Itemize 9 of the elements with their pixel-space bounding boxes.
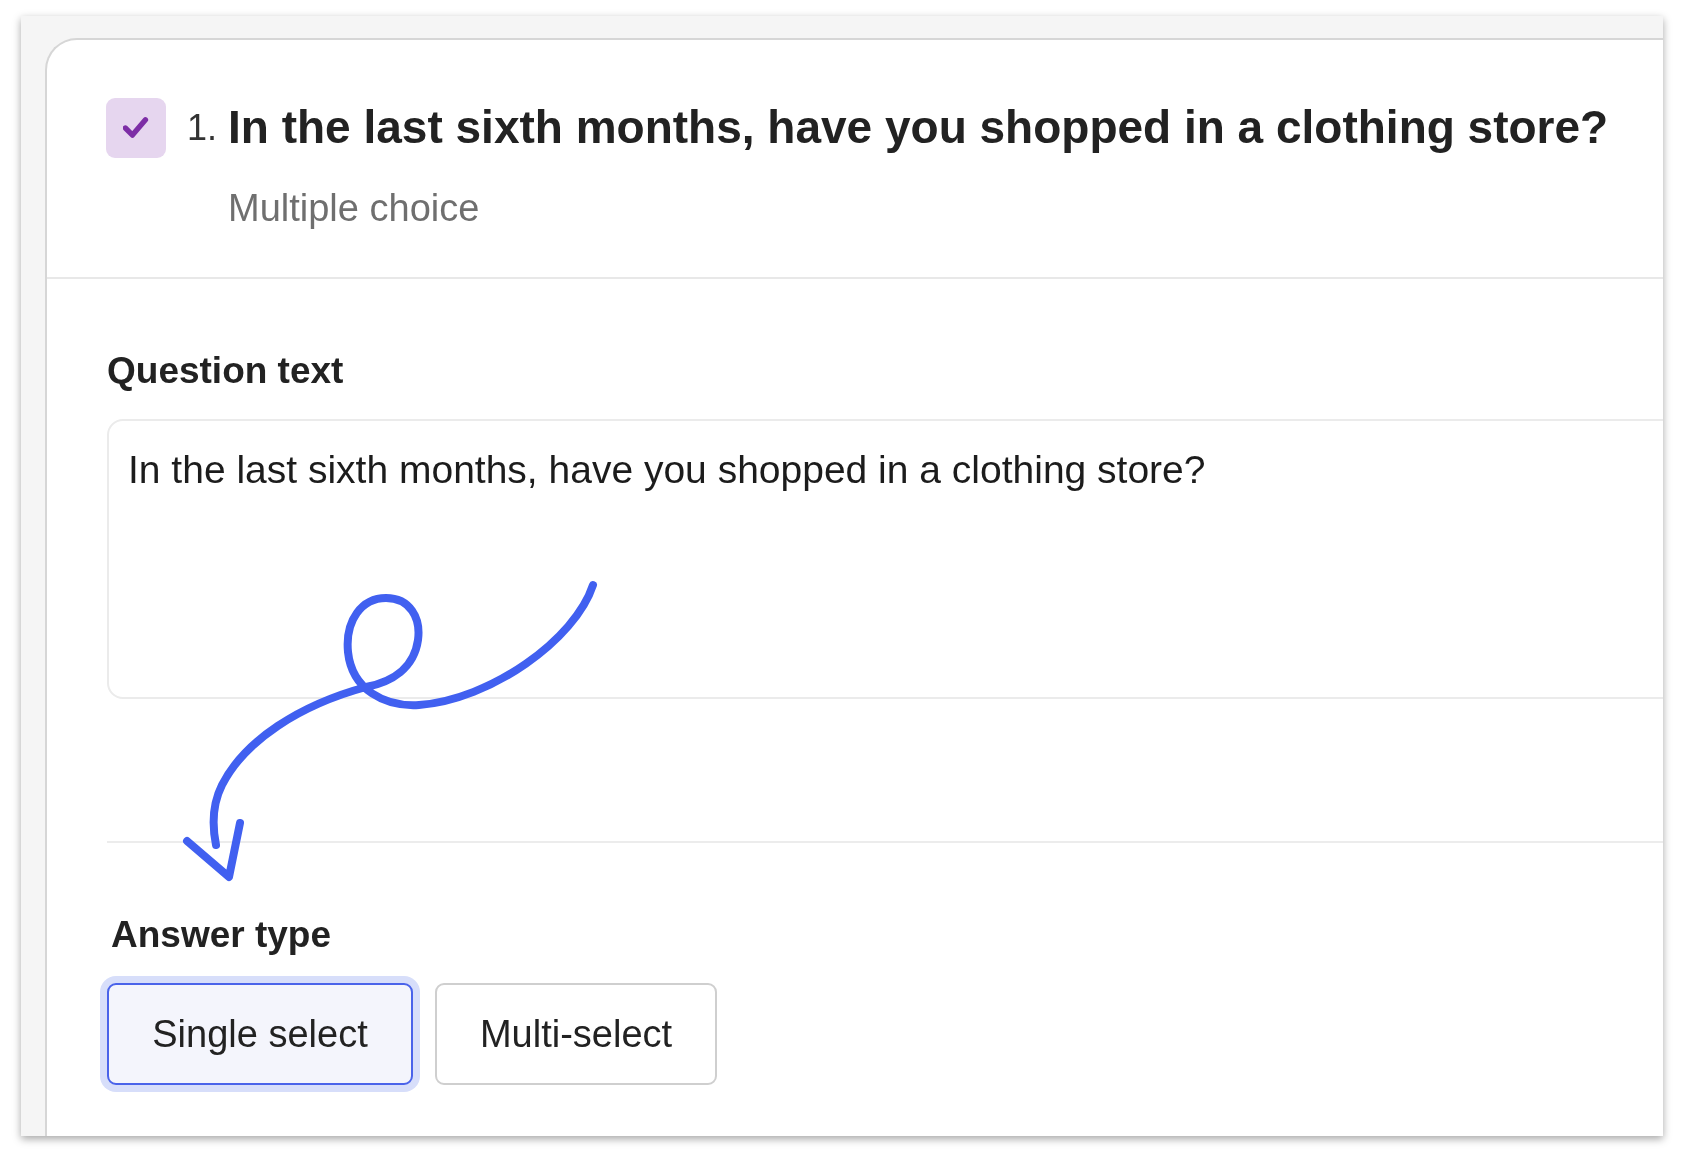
checkbox[interactable] — [106, 98, 166, 158]
question-title: In the last sixth months, have you shopped in a clothing store? — [228, 100, 1609, 156]
section-label: Question text — [107, 348, 344, 393]
question-number: 1. — [187, 106, 218, 150]
answer-type-option[interactable]: Multi-select — [435, 983, 717, 1086]
question-text-field[interactable]: In the last sixth months, have you shopped in a clothing store? — [107, 419, 1663, 699]
section-label: Answer type — [111, 913, 331, 957]
check-icon — [123, 116, 149, 140]
question-type: Multiple choice — [228, 186, 480, 231]
